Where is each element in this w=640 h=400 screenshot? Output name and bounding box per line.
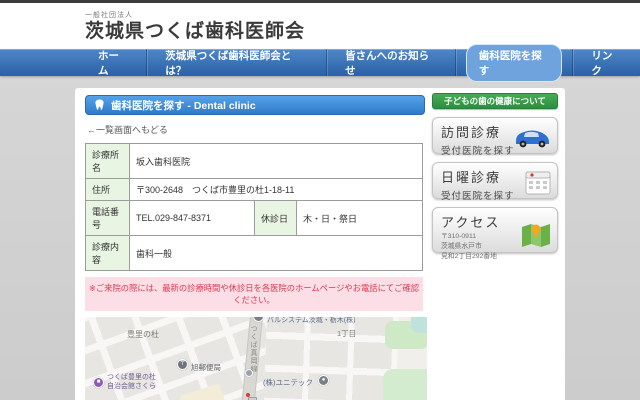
org-type-text: 一般社団法人 [85,10,305,20]
main-nav: ホーム 茨城県つくば歯科医師会とは？ 皆さんへのお知らせ 歯科医院を探す リンク [0,49,640,76]
address-value: 〒300-2648 つくば市豊里の杜1-18-11 [130,179,423,201]
nav-item-about[interactable]: 茨城県つくば歯科医師会とは？ [146,49,326,76]
sunday-care-box[interactable]: 日曜診療 受付医院を探す [432,162,558,199]
post-office-label: 旭郵便局 [191,362,221,373]
map-area-label: 豊里の杜 [127,329,159,340]
nav-item-find-clinic[interactable]: 歯科医院を探す [455,49,573,76]
nav-item-news[interactable]: 皆さんへのお知らせ [326,49,455,76]
address-label: 住所 [86,179,130,201]
site-header: 一般社団法人 茨城県つくば歯科医師会 [0,3,640,49]
company-poi-label: パルシステム茨城・栃木(株) [267,317,355,325]
clinic-name-value: 坂入歯科医院 [130,144,423,179]
sidebar: 子どもの歯の健康について 訪問診療 受付医院を探す 日曜診療 受付医院を探す ア… [432,93,558,253]
visit-care-box[interactable]: 訪問診療 受付医院を探す [432,117,558,154]
table-row: 電話番号 TEL.029-847-8371 休診日 木・日・祭日 [86,201,423,236]
community-poi-icon: ■ [93,377,104,388]
community-label: つくば豊里の杜 自治会館さくら [107,374,156,392]
map-park [383,369,427,400]
visit-notice: ※ご来院の際には、最新の診療時間や休診日を各医院のホームページやお電話にてご確認… [85,277,423,311]
section-title-bar: 歯科医院を探す - Dental clinic [85,95,425,115]
section-title: 歯科医院を探す - Dental clinic [111,98,256,113]
kids-dental-health-button[interactable]: 子どもの歯の健康について [432,93,558,109]
clinic-info-table: 診療所名 坂入歯科医院 住所 〒300-2648 つくば市豊里の杜1-18-11… [85,143,423,271]
access-map-icon [520,221,552,247]
main-column: 歯科医院を探す - Dental clinic ←一覧画面へもどる 診療所名 坂… [85,95,425,400]
table-row: 住所 〒300-2648 つくば市豊里の杜1-18-11 [86,179,423,201]
access-box[interactable]: アクセス 〒310-0911 茨城県水戸市 見和2丁目292番地 [432,207,558,253]
site-title: 茨城県つくば歯科医師会 [85,20,305,44]
nav-item-home[interactable]: ホーム [80,49,146,76]
clinic-map[interactable]: つくば真岡線 45 豊里の杜 1丁目 ● パルシステム茨城・栃木(株) 〒 旭郵… [85,317,427,400]
map-road-name: つくば真岡線 [248,325,258,373]
destination-marker-icon [246,393,250,397]
map-water [411,317,427,333]
phone-label: 電話番号 [86,201,130,236]
site-logo[interactable]: 一般社団法人 茨城県つくば歯科医師会 [85,10,305,44]
clinic-name-label: 診療所名 [86,144,130,179]
unitech-label: (株)ユニテック [263,377,313,388]
table-row: 診療所名 坂入歯科医院 [86,144,423,179]
post-office-icon: 〒 [177,359,188,370]
car-icon [512,127,552,149]
closed-days-label: 休診日 [255,201,297,236]
closed-days-value: 木・日・祭日 [297,201,423,236]
services-value: 歯科一般 [130,236,423,271]
unitech-poi-icon: ● [318,375,329,386]
tooth-icon [94,99,105,111]
phone-value: TEL.029-847-8371 [130,201,255,236]
calendar-icon [524,169,552,196]
services-label: 診療内容 [86,236,130,271]
nav-item-links[interactable]: リンク [572,49,640,76]
small-poi-icon [245,369,253,377]
map-area-label: 1丁目 [337,328,356,339]
table-row: 診療内容 歯科一般 [86,236,423,271]
back-to-list-link[interactable]: ←一覧画面へもどる [87,123,425,136]
